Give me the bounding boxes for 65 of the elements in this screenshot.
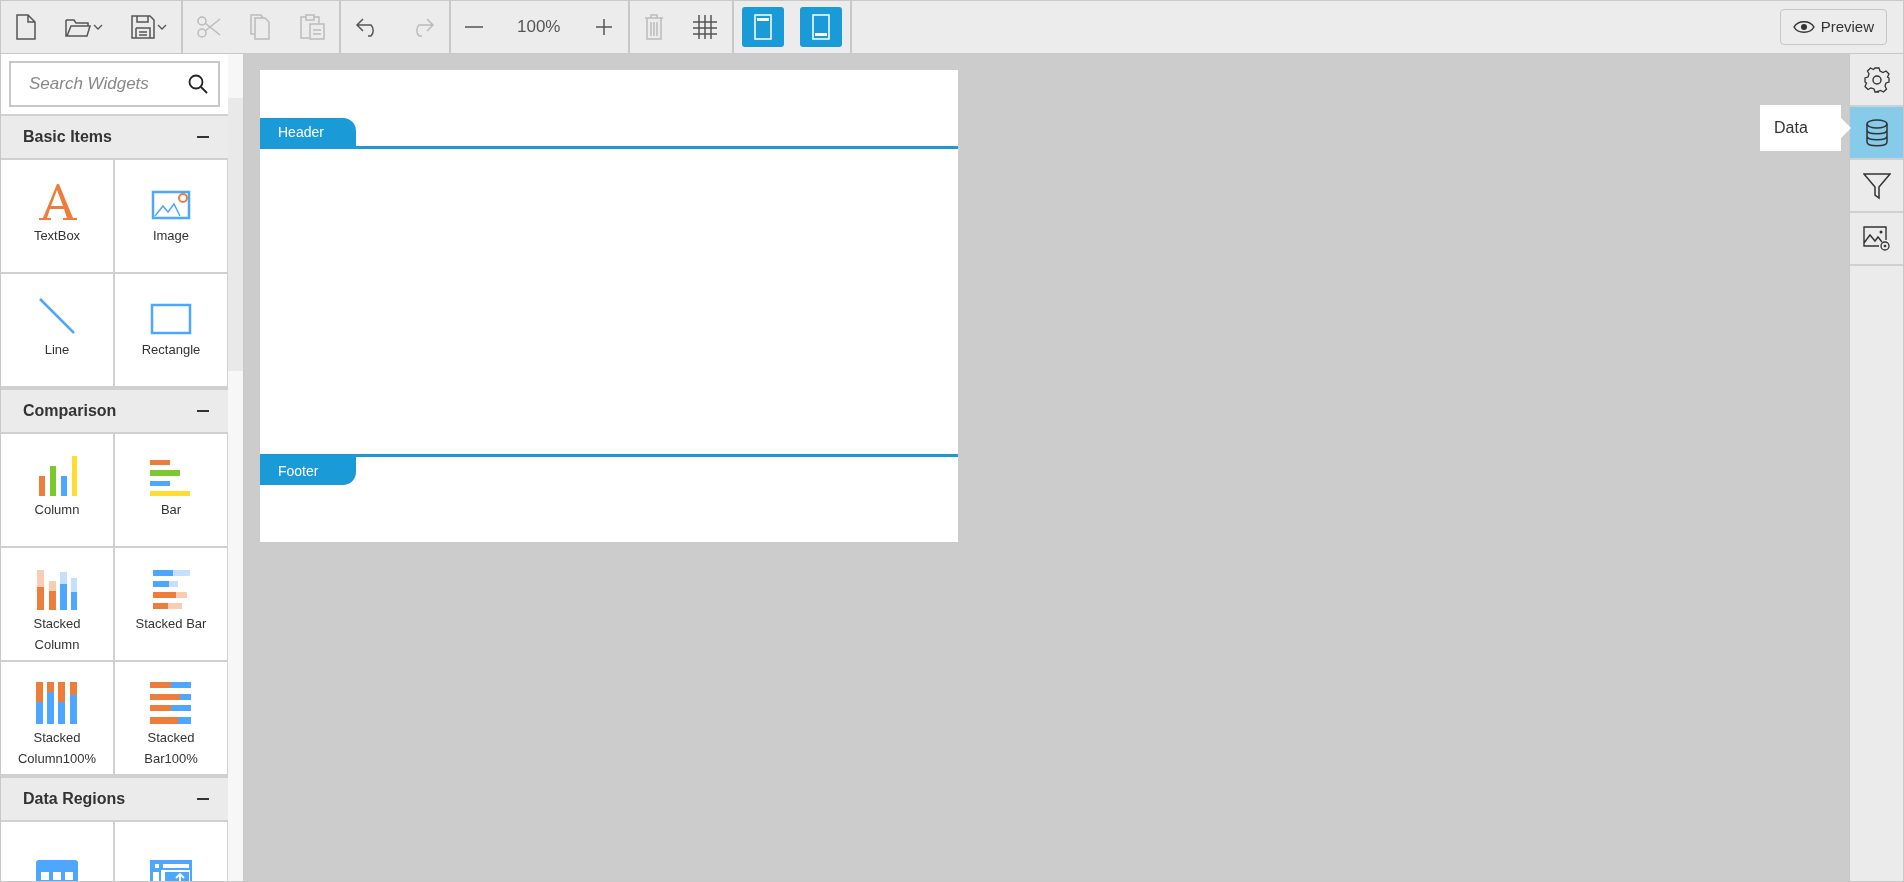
category-header[interactable]: Comparison bbox=[1, 388, 229, 434]
bar-chart-icon bbox=[150, 460, 192, 496]
scrollbar-thumb[interactable] bbox=[228, 98, 243, 371]
category-title: Data Regions bbox=[23, 789, 126, 809]
widget-tile[interactable]: Image bbox=[115, 160, 229, 274]
widget-tile[interactable]: Stacked Bar100% bbox=[115, 662, 229, 776]
caret-icon bbox=[93, 23, 103, 31]
plus-icon bbox=[594, 17, 615, 37]
data-tab[interactable] bbox=[1850, 107, 1903, 160]
stacked-column-100-chart-icon bbox=[36, 682, 78, 724]
rectangle-icon bbox=[150, 302, 192, 336]
widget-label: Stacked Column100% bbox=[16, 729, 97, 768]
widget-label: Bar bbox=[159, 501, 183, 519]
image-icon bbox=[151, 188, 191, 222]
folder-icon bbox=[65, 16, 91, 38]
trash-icon bbox=[644, 14, 665, 40]
widget-label: Stacked Bar100% bbox=[143, 729, 199, 768]
widget-label: Column bbox=[33, 501, 81, 519]
image-settings-icon bbox=[1862, 225, 1891, 252]
search-icon bbox=[188, 74, 209, 94]
preview-button[interactable]: Preview bbox=[1779, 9, 1887, 45]
grid-icon bbox=[692, 14, 719, 40]
letter-a-icon bbox=[37, 182, 77, 222]
table-icon bbox=[36, 860, 78, 881]
zoom-level-text: 100% bbox=[516, 16, 562, 39]
widget-tile[interactable]: Rectangle bbox=[115, 274, 229, 388]
category-title: Basic Items bbox=[23, 127, 112, 147]
widget-tile[interactable]: Stacked Bar bbox=[115, 548, 229, 662]
category-title: Comparison bbox=[23, 401, 117, 421]
page-footer-icon bbox=[812, 14, 831, 40]
footer-toggle-button[interactable] bbox=[800, 7, 843, 47]
file-icon bbox=[15, 14, 37, 40]
minus-icon bbox=[465, 26, 483, 28]
stacked-bar-100-chart-icon bbox=[150, 682, 192, 724]
filter-icon bbox=[1862, 171, 1891, 200]
widget-label: Rectangle bbox=[140, 341, 202, 359]
widget-label: Line bbox=[43, 341, 71, 359]
widget-tile[interactable]: Line bbox=[1, 274, 115, 388]
widget-label: Stacked Column bbox=[32, 615, 82, 654]
column-chart-icon bbox=[37, 456, 77, 496]
widget-tile[interactable]: TextBox bbox=[1, 160, 115, 274]
widget-label: TextBox bbox=[32, 227, 82, 245]
tooltip-text: Data bbox=[1774, 118, 1808, 138]
category-header[interactable]: Basic Items bbox=[1, 114, 229, 160]
clipboard-icon bbox=[299, 14, 325, 40]
header-toggle-button[interactable] bbox=[742, 7, 785, 47]
widget-tile[interactable]: Stacked Column100% bbox=[1, 662, 115, 776]
settings-icon bbox=[1863, 66, 1890, 93]
stacked-column-chart-icon bbox=[37, 570, 77, 610]
matrix-icon bbox=[150, 860, 192, 881]
copy-icon bbox=[249, 14, 271, 40]
widget-tile[interactable]: Column bbox=[1, 434, 115, 548]
scissors-icon bbox=[197, 15, 221, 39]
widget-tile[interactable]: Stacked Column bbox=[1, 548, 115, 662]
search-box[interactable]: Search Widgets bbox=[9, 61, 221, 107]
page-header-icon bbox=[754, 14, 773, 40]
line-icon bbox=[37, 296, 77, 336]
eye-icon bbox=[1792, 20, 1815, 34]
stacked-bar-chart-icon bbox=[151, 570, 191, 610]
widget-label: Image bbox=[151, 227, 191, 245]
widget-label: Stacked Bar bbox=[134, 615, 208, 633]
category-header[interactable]: Data Regions bbox=[1, 776, 229, 822]
caret-icon bbox=[157, 23, 167, 31]
widget-tile[interactable]: Bar bbox=[115, 434, 229, 548]
database-icon bbox=[1864, 118, 1889, 147]
